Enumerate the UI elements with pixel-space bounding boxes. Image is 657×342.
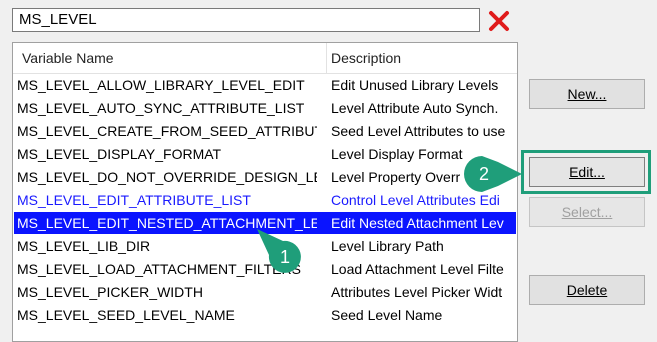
variable-description: Attributes Level Picker Widt <box>331 284 503 300</box>
new-button-label: New... <box>567 86 607 102</box>
variable-name: MS_LEVEL_AUTO_SYNC_ATTRIBUTE_LIST <box>17 100 305 116</box>
close-icon <box>489 11 509 31</box>
variable-name: MS_LEVEL_SEED_LEVEL_NAME <box>17 307 235 323</box>
variable-name: MS_LEVEL_DISPLAY_FORMAT <box>17 146 222 162</box>
search-input[interactable]: MS_LEVEL <box>12 8 480 32</box>
column-header-variable-name[interactable]: Variable Name <box>22 43 326 73</box>
delete-button-label: Delete <box>566 282 608 298</box>
column-header-description[interactable]: Description <box>331 43 517 73</box>
variable-description: Level Attribute Auto Synch. <box>331 100 499 116</box>
variable-list[interactable]: Variable Name Description MS_LEVEL_ALLOW… <box>12 42 518 342</box>
edit-button[interactable]: Edit... <box>529 157 645 187</box>
edit-button-label: Edit... <box>569 164 605 180</box>
variable-name: MS_LEVEL_CREATE_FROM_SEED_ATTRIBUTE... <box>17 123 317 139</box>
callout-1-number: 1 <box>279 247 290 267</box>
list-row[interactable]: MS_LEVEL_AUTO_SYNC_ATTRIBUTE_LIST Level … <box>14 97 516 119</box>
variable-description: Load Attachment Level Filte <box>331 261 504 277</box>
list-row[interactable]: MS_LEVEL_CREATE_FROM_SEED_ATTRIBUTE... S… <box>14 120 516 142</box>
list-row[interactable]: MS_LEVEL_ALLOW_LIBRARY_LEVEL_EDIT Edit U… <box>14 74 516 96</box>
list-row[interactable]: MS_LEVEL_EDIT_ATTRIBUTE_LIST Control Lev… <box>14 189 516 211</box>
list-row[interactable]: MS_LEVEL_SEED_LEVEL_NAME Seed Level Name <box>14 304 516 326</box>
variable-name: MS_LEVEL_DO_NOT_OVERRIDE_DESIGN_LE... <box>17 169 317 185</box>
variable-description: Seed Level Attributes to use <box>331 123 506 139</box>
new-button[interactable]: New... <box>529 79 645 109</box>
callout-2-number: 2 <box>478 164 489 184</box>
callout-2: 2 <box>462 154 524 194</box>
delete-button[interactable]: Delete <box>529 275 645 305</box>
clear-search-button[interactable] <box>486 8 512 34</box>
variable-description: Edit Nested Attachment Lev <box>331 215 504 231</box>
variable-description: Seed Level Name <box>331 307 443 323</box>
list-header: Variable Name Description <box>13 43 517 74</box>
variable-name: MS_LEVEL_ALLOW_LIBRARY_LEVEL_EDIT <box>17 77 305 93</box>
variable-description: Level Library Path <box>331 238 444 254</box>
select-button-label: Select... <box>561 204 613 220</box>
column-divider[interactable] <box>326 43 327 73</box>
list-row[interactable]: MS_LEVEL_DO_NOT_OVERRIDE_DESIGN_LE... Le… <box>14 166 516 188</box>
callout-1: 1 <box>255 227 315 287</box>
select-button[interactable]: Select... <box>529 197 645 227</box>
variable-description: Edit Unused Library Levels <box>331 77 499 93</box>
list-row[interactable]: MS_LEVEL_DISPLAY_FORMAT Level Display Fo… <box>14 143 516 165</box>
variable-name: MS_LEVEL_EDIT_ATTRIBUTE_LIST <box>17 192 251 208</box>
